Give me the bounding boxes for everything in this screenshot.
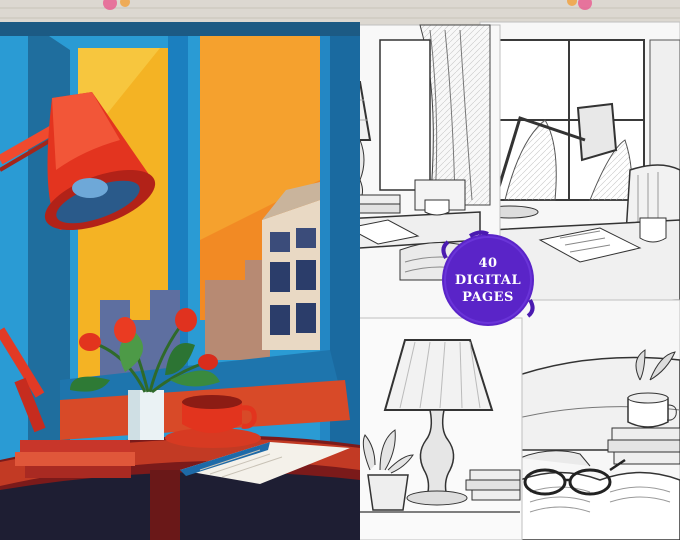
stacked-red-books: [15, 440, 135, 478]
sketch-page-bottom-middle: [349, 317, 523, 540]
sketch-page-bottom-right: [504, 299, 680, 540]
colorful-cover-page: [0, 22, 360, 540]
product-mockup-scene: [0, 0, 680, 540]
